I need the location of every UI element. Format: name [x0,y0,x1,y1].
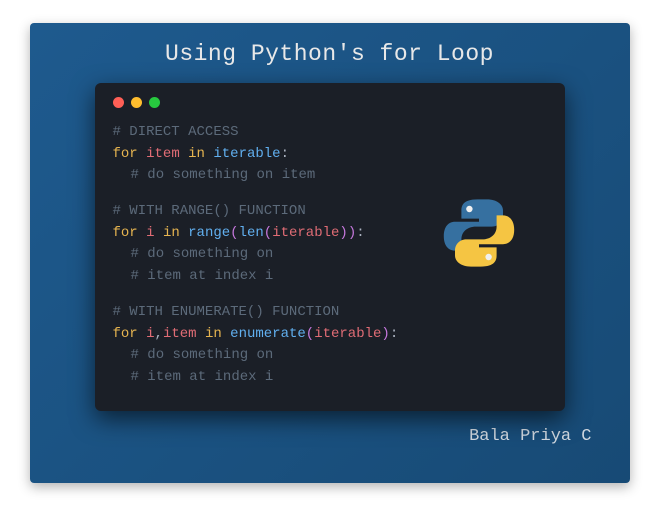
code-comment: # WITH ENUMERATE() FUNCTION [113,302,547,324]
code-window: # DIRECT ACCESS for item in iterable: # … [95,83,565,411]
python-logo-icon [439,193,519,273]
author-credit: Bala Priya C [469,427,591,446]
code-line: for item in iterable: [113,144,547,166]
code-comment: # do something on item [113,165,547,187]
maximize-icon [149,97,160,108]
slide-card: Using Python's for Loop # DIRECT ACCESS … [30,23,630,483]
code-line: for i,item in enumerate(iterable): [113,324,547,346]
code-comment: # do something on [113,345,547,367]
code-comment: # DIRECT ACCESS [113,122,547,144]
slide-title: Using Python's for Loop [165,41,494,67]
close-icon [113,97,124,108]
window-controls [113,97,547,108]
minimize-icon [131,97,142,108]
code-comment: # item at index i [113,367,547,389]
